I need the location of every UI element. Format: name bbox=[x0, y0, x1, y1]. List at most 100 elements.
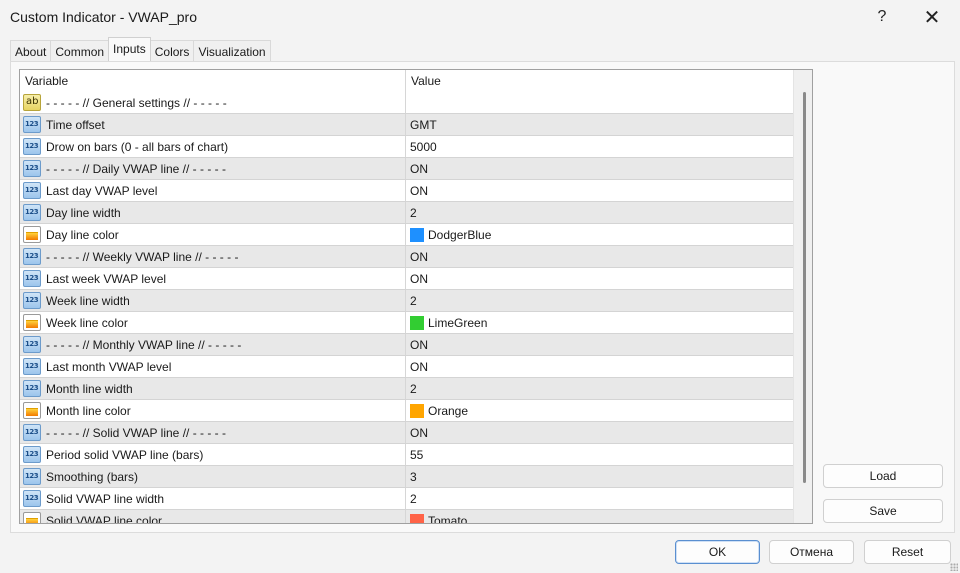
table-row[interactable]: 123 Time offset GMT bbox=[20, 114, 793, 136]
value-cell[interactable]: ON bbox=[406, 268, 793, 289]
value-text: ON bbox=[410, 425, 428, 440]
value-cell[interactable]: ON bbox=[406, 246, 793, 267]
table-row[interactable]: 123 - - - - - // Daily VWAP line // - - -… bbox=[20, 158, 793, 180]
variable-label: - - - - - // Daily VWAP line // - - - - … bbox=[46, 161, 226, 176]
value-cell[interactable]: 2 bbox=[406, 290, 793, 311]
table-row[interactable]: 123 Month line width 2 bbox=[20, 378, 793, 400]
variable-label: Day line width bbox=[46, 205, 121, 220]
variable-label: Period solid VWAP line (bars) bbox=[46, 447, 204, 462]
table-row[interactable]: 123 - - - - - // Weekly VWAP line // - - … bbox=[20, 246, 793, 268]
number-icon: 123 bbox=[23, 336, 41, 353]
value-text: 3 bbox=[410, 469, 417, 484]
value-cell[interactable]: 3 bbox=[406, 466, 793, 487]
table-row[interactable]: 123 Last day VWAP level ON bbox=[20, 180, 793, 202]
load-button[interactable]: Load bbox=[823, 464, 943, 488]
value-cell[interactable]: LimeGreen bbox=[406, 312, 793, 333]
icon-glyph: ab bbox=[26, 96, 39, 107]
value-cell[interactable]: ON bbox=[406, 422, 793, 443]
value-text: ON bbox=[410, 359, 428, 374]
value-cell[interactable] bbox=[406, 92, 793, 113]
table-row[interactable]: 123 Solid VWAP line width 2 bbox=[20, 488, 793, 510]
color-icon bbox=[23, 402, 41, 419]
value-text: ON bbox=[410, 337, 428, 352]
variable-label: Week line width bbox=[46, 293, 130, 308]
close-button[interactable]: ✕ bbox=[909, 0, 955, 34]
value-cell[interactable]: ON bbox=[406, 334, 793, 355]
value-cell[interactable]: GMT bbox=[406, 114, 793, 135]
number-icon: 123 bbox=[23, 358, 41, 375]
table-row[interactable]: Solid VWAP line color Tomato bbox=[20, 510, 793, 524]
vertical-scrollbar[interactable] bbox=[793, 70, 812, 523]
tab-inputs[interactable]: Inputs bbox=[108, 37, 151, 61]
value-cell[interactable]: ON bbox=[406, 356, 793, 377]
table-row[interactable]: 123 Period solid VWAP line (bars) 55 bbox=[20, 444, 793, 466]
column-header-variable[interactable]: Variable bbox=[20, 70, 406, 92]
number-icon: 123 bbox=[23, 292, 41, 309]
icon-glyph: 123 bbox=[25, 494, 39, 502]
table-row[interactable]: 123 - - - - - // Solid VWAP line // - - -… bbox=[20, 422, 793, 444]
table-row[interactable]: Month line color Orange bbox=[20, 400, 793, 422]
table-row[interactable]: 123 - - - - - // Monthly VWAP line // - -… bbox=[20, 334, 793, 356]
tab-visualization[interactable]: Visualization bbox=[193, 40, 271, 62]
value-cell[interactable]: DodgerBlue bbox=[406, 224, 793, 245]
table-row[interactable]: 123 Day line width 2 bbox=[20, 202, 793, 224]
tab-colors[interactable]: Colors bbox=[149, 40, 195, 62]
save-button[interactable]: Save bbox=[823, 499, 943, 523]
value-cell[interactable]: ON bbox=[406, 180, 793, 201]
value-text: LimeGreen bbox=[428, 315, 488, 330]
color-icon bbox=[23, 226, 41, 243]
tab-common[interactable]: Common bbox=[50, 40, 110, 62]
value-cell[interactable]: 2 bbox=[406, 202, 793, 223]
number-icon: 123 bbox=[23, 116, 41, 133]
icon-glyph: 123 bbox=[25, 472, 39, 480]
table-row[interactable]: Day line color DodgerBlue bbox=[20, 224, 793, 246]
variable-label: - - - - - // General settings // - - - -… bbox=[46, 95, 227, 110]
icon-glyph: 123 bbox=[25, 340, 39, 348]
variable-label: Day line color bbox=[46, 227, 119, 242]
variable-cell: 123 Month line width bbox=[20, 378, 406, 399]
value-text: Tomato bbox=[428, 513, 468, 524]
table-row[interactable]: 123 Drow on bars (0 - all bars of chart) 5… bbox=[20, 136, 793, 158]
variable-label: Smoothing (bars) bbox=[46, 469, 139, 484]
table-row[interactable]: 123 Week line width 2 bbox=[20, 290, 793, 312]
table-row[interactable]: Week line color LimeGreen bbox=[20, 312, 793, 334]
number-icon: 123 bbox=[23, 182, 41, 199]
value-cell[interactable]: 5000 bbox=[406, 136, 793, 157]
reset-button[interactable]: Reset bbox=[864, 540, 951, 564]
value-cell[interactable]: 2 bbox=[406, 488, 793, 509]
number-icon: 123 bbox=[23, 468, 41, 485]
value-cell[interactable]: Tomato bbox=[406, 510, 793, 524]
number-icon: 123 bbox=[23, 138, 41, 155]
column-header-value[interactable]: Value bbox=[406, 70, 793, 92]
resize-grip-icon[interactable] bbox=[950, 563, 958, 571]
variable-cell: 123 - - - - - // Daily VWAP line // - - -… bbox=[20, 158, 406, 179]
table-row[interactable]: 123 Smoothing (bars) 3 bbox=[20, 466, 793, 488]
help-button[interactable]: ? bbox=[859, 0, 905, 34]
value-text: 55 bbox=[410, 447, 424, 462]
value-text: 2 bbox=[410, 205, 417, 220]
value-text: ON bbox=[410, 249, 428, 264]
variable-label: Last week VWAP level bbox=[46, 271, 167, 286]
value-text: ON bbox=[410, 271, 428, 286]
ok-button[interactable]: OK bbox=[675, 540, 760, 564]
icon-glyph: 123 bbox=[25, 296, 39, 304]
variable-cell: 123 Day line width bbox=[20, 202, 406, 223]
color-icon bbox=[23, 512, 41, 523]
scrollbar-thumb[interactable] bbox=[803, 92, 806, 483]
value-text: GMT bbox=[410, 117, 437, 132]
table-row[interactable]: 123 Last week VWAP level ON bbox=[20, 268, 793, 290]
inputs-grid: Variable Value ab - - - - - // General se… bbox=[19, 69, 813, 524]
value-cell[interactable]: Orange bbox=[406, 400, 793, 421]
variable-cell: Solid VWAP line color bbox=[20, 510, 406, 523]
icon-glyph: 123 bbox=[25, 208, 39, 216]
tab-bar: About Common Inputs Colors Visualization bbox=[10, 37, 271, 62]
table-row[interactable]: 123 Last month VWAP level ON bbox=[20, 356, 793, 378]
value-cell[interactable]: ON bbox=[406, 158, 793, 179]
value-cell[interactable]: 2 bbox=[406, 378, 793, 399]
table-row[interactable]: ab - - - - - // General settings // - - -… bbox=[20, 92, 793, 114]
color-swatch bbox=[410, 513, 424, 523]
cancel-button[interactable]: Отмена bbox=[769, 540, 854, 564]
tab-about[interactable]: About bbox=[10, 40, 52, 62]
value-cell[interactable]: 55 bbox=[406, 444, 793, 465]
variable-label: Last day VWAP level bbox=[46, 183, 158, 198]
